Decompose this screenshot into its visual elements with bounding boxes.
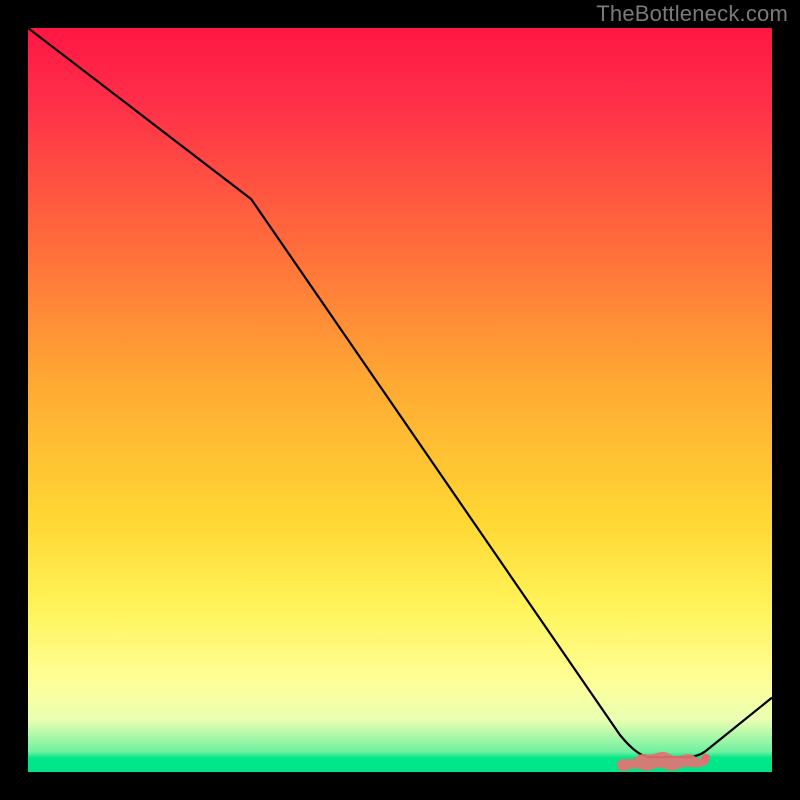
plot-area: [28, 28, 772, 772]
chart-svg: [28, 28, 772, 772]
chart-root: TheBottleneck.com: [0, 0, 800, 800]
bottleneck-curve: [28, 28, 772, 757]
optimal-range-blob: [617, 752, 709, 771]
optimal-range-end-dot: [701, 754, 710, 763]
attribution-text: TheBottleneck.com: [596, 0, 788, 28]
